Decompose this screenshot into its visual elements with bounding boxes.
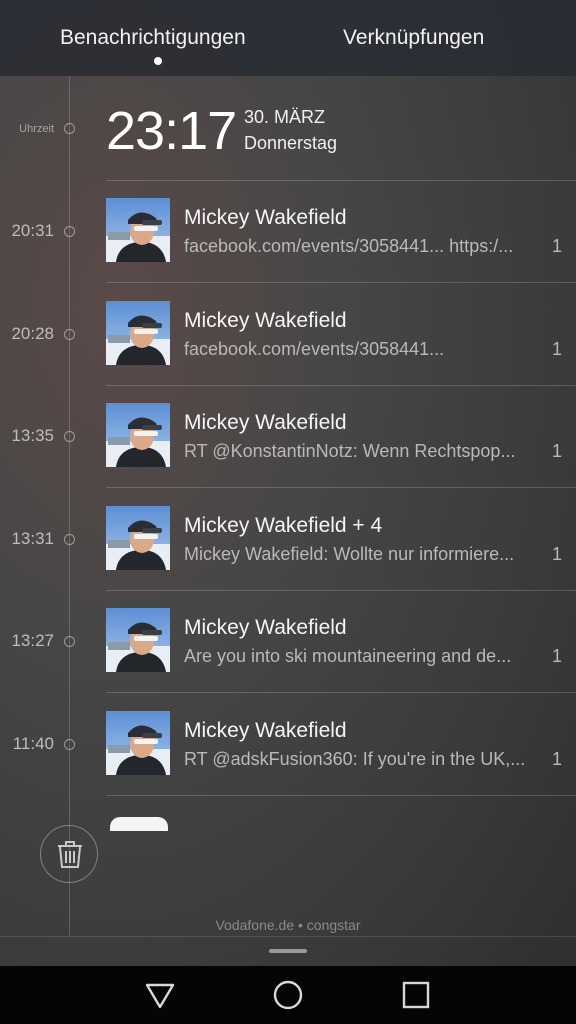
notification-item[interactable]: Mickey Wakefield RT @adskFusion360: If y… bbox=[106, 693, 576, 795]
notification-sender: Mickey Wakefield + 4 bbox=[184, 513, 383, 537]
timeline-dot bbox=[64, 738, 75, 750]
timeline-line bbox=[69, 76, 70, 936]
notification-time: 13:35 bbox=[11, 426, 54, 445]
divider bbox=[106, 384, 576, 386]
recents-button[interactable] bbox=[399, 978, 433, 1012]
notification-count: 1 bbox=[551, 543, 562, 564]
carrier-label: Vodafone.de • congstar bbox=[215, 917, 361, 933]
navigation-bar bbox=[0, 966, 576, 1024]
divider bbox=[106, 282, 576, 283]
avatar bbox=[106, 710, 170, 775]
notification-preview: Mickey Wakefield: Wollte nur informiere.… bbox=[184, 543, 515, 564]
trash-icon bbox=[58, 841, 82, 868]
avatar bbox=[106, 505, 170, 570]
square-recents-icon bbox=[402, 981, 430, 1009]
notification-item[interactable]: Mickey Wakefield facebook.com/events/305… bbox=[106, 283, 576, 385]
timeline-dot bbox=[64, 431, 75, 442]
notification-sender: Mickey Wakefield bbox=[184, 616, 347, 639]
notification-count: 1 bbox=[551, 236, 562, 256]
notification-count: 1 bbox=[551, 748, 562, 769]
avatar bbox=[106, 608, 170, 672]
timeline-dot bbox=[64, 328, 75, 340]
avatar bbox=[106, 403, 170, 467]
avatar bbox=[106, 300, 170, 365]
timeline-dot bbox=[64, 533, 75, 545]
divider bbox=[106, 589, 576, 591]
notification-item[interactable]: Mickey Wakefield facebook.com/events/305… bbox=[106, 180, 576, 282]
notification-sender: Mickey Wakefield bbox=[184, 411, 347, 434]
avatar bbox=[106, 198, 170, 262]
timeline-dot bbox=[64, 636, 75, 647]
clear-all-button[interactable] bbox=[40, 825, 98, 883]
notification-item[interactable]: Mickey Wakefield + 4 Mickey Wakefield: W… bbox=[106, 488, 576, 590]
tab-notifications[interactable]: Benachrichtigungen bbox=[60, 26, 246, 50]
drag-handle-area[interactable] bbox=[0, 936, 576, 967]
notification-preview: RT @KonstantinNotz: Wenn Rechtspop... bbox=[184, 441, 516, 461]
notification-preview: RT @adskFusion360: If you're in the UK,.… bbox=[184, 748, 526, 769]
notification-time: 13:27 bbox=[11, 631, 54, 650]
notification-item[interactable]: Mickey Wakefield RT @KonstantinNotz: Wen… bbox=[106, 385, 576, 487]
divider bbox=[106, 692, 576, 693]
notification-count: 1 bbox=[551, 646, 562, 666]
notification-preview: facebook.com/events/3058441... bbox=[184, 338, 445, 359]
timeline-dot bbox=[64, 123, 75, 134]
home-button[interactable] bbox=[271, 978, 305, 1012]
current-weekday: Donnerstag bbox=[244, 133, 338, 153]
circle-home-icon bbox=[273, 980, 303, 1010]
notification-count: 1 bbox=[551, 338, 562, 359]
timeline-label-clock: Uhrzeit bbox=[19, 123, 54, 135]
triangle-back-icon bbox=[145, 983, 175, 1009]
tab-shortcuts[interactable]: Verknüpfungen bbox=[343, 26, 484, 50]
notification-time: 20:31 bbox=[11, 221, 54, 240]
notification-count: 1 bbox=[551, 441, 562, 461]
notification-time: 13:31 bbox=[11, 528, 54, 548]
drag-handle[interactable] bbox=[269, 949, 307, 953]
current-date: 30. MÄRZ bbox=[244, 107, 326, 127]
notification-preview: facebook.com/events/3058441... https:/..… bbox=[184, 236, 514, 256]
notification-tabs: Benachrichtigungen Verknüpfungen bbox=[0, 0, 576, 76]
notification-sender: Mickey Wakefield bbox=[184, 718, 347, 742]
timeline-dot bbox=[64, 226, 75, 237]
notification-sender: Mickey Wakefield bbox=[184, 206, 347, 229]
notification-preview: Are you into ski mountaineering and de..… bbox=[184, 646, 512, 666]
notification-time: 20:28 bbox=[11, 323, 54, 343]
back-button[interactable] bbox=[143, 978, 177, 1012]
notification-time: 11:40 bbox=[12, 733, 54, 753]
notification-item[interactable]: Mickey Wakefield Are you into ski mounta… bbox=[106, 590, 576, 692]
notification-sender: Mickey Wakefield bbox=[184, 308, 347, 332]
divider bbox=[106, 487, 576, 488]
partial-notification-avatar bbox=[110, 817, 168, 831]
active-tab-indicator bbox=[154, 57, 162, 65]
current-time: 23:17 bbox=[106, 101, 237, 161]
divider bbox=[106, 794, 576, 796]
